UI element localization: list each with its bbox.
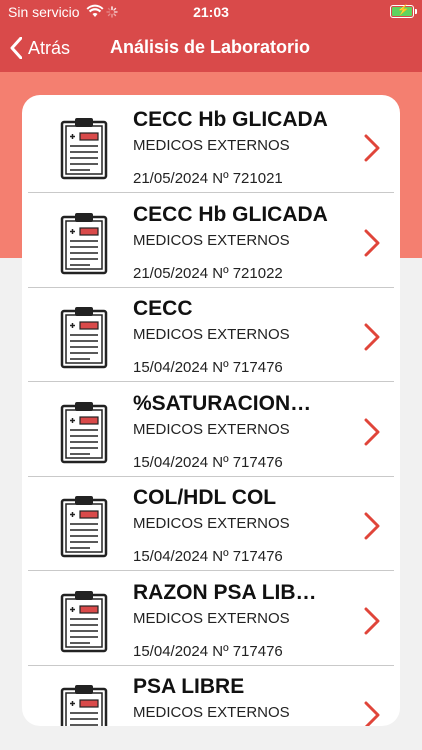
clock: 21:03 — [193, 4, 229, 20]
result-date: 15/04/2024 Nº 717476 — [133, 454, 283, 471]
battery-icon: ⚡ — [390, 5, 417, 18]
row-divider — [28, 192, 394, 193]
result-title: CECC Hb GLICADA — [133, 108, 328, 131]
chevron-left-icon — [10, 37, 22, 59]
result-title: RAZON PSA LIB… — [133, 581, 317, 604]
result-title: PSA LIBRE — [133, 675, 245, 698]
result-date: 15/04/2024 Nº 717476 — [133, 359, 283, 376]
chevron-right-icon — [364, 134, 380, 162]
result-date: 21/05/2024 Nº 721022 — [133, 265, 283, 282]
result-title: COL/HDL COL — [133, 486, 277, 509]
result-title: %SATURACION… — [133, 392, 312, 415]
back-button[interactable]: Atrás — [10, 34, 70, 62]
chevron-right-icon — [364, 607, 380, 635]
clipboard-icon — [60, 116, 108, 180]
result-source: MEDICOS EXTERNOS — [133, 421, 290, 438]
status-bar: Sin servicio 21:03 ⚡ — [0, 0, 422, 24]
clipboard-icon — [60, 494, 108, 558]
result-source: MEDICOS EXTERNOS — [133, 610, 290, 627]
clipboard-icon — [60, 683, 108, 726]
result-row[interactable]: CECC Hb GLICADA MEDICOS EXTERNOS 21/05/2… — [22, 194, 400, 288]
result-source: MEDICOS EXTERNOS — [133, 137, 290, 154]
result-date: 15/04/2024 Nº 717476 — [133, 548, 283, 565]
chevron-right-icon — [364, 512, 380, 540]
chevron-right-icon — [364, 418, 380, 446]
clipboard-icon — [60, 305, 108, 369]
result-row[interactable]: PSA LIBRE MEDICOS EXTERNOS — [22, 666, 400, 726]
result-row[interactable]: COL/HDL COL MEDICOS EXTERNOS 15/04/2024 … — [22, 477, 400, 571]
result-source: MEDICOS EXTERNOS — [133, 326, 290, 343]
result-row[interactable]: RAZON PSA LIB… MEDICOS EXTERNOS 15/04/20… — [22, 572, 400, 666]
result-source: MEDICOS EXTERNOS — [133, 232, 290, 249]
result-date: 21/05/2024 Nº 721021 — [133, 170, 283, 187]
chevron-right-icon — [364, 229, 380, 257]
result-row[interactable]: CECC MEDICOS EXTERNOS 15/04/2024 Nº 7174… — [22, 288, 400, 382]
result-source: MEDICOS EXTERNOS — [133, 704, 290, 721]
result-date: 15/04/2024 Nº 717476 — [133, 643, 283, 660]
clipboard-icon — [60, 589, 108, 653]
result-source: MEDICOS EXTERNOS — [133, 515, 290, 532]
clipboard-icon — [60, 211, 108, 275]
chevron-right-icon — [364, 701, 380, 726]
results-card: CECC Hb GLICADA MEDICOS EXTERNOS 21/05/2… — [22, 95, 400, 726]
back-button-label: Atrás — [28, 37, 71, 58]
row-divider — [28, 381, 394, 382]
page-title: Análisis de Laboratorio — [110, 37, 311, 57]
chevron-right-icon — [364, 323, 380, 351]
result-row[interactable]: %SATURACION… MEDICOS EXTERNOS 15/04/2024… — [22, 383, 400, 477]
result-title: CECC — [133, 297, 193, 320]
navigation-bar: Atrás Análisis de Laboratorio — [0, 24, 422, 72]
clipboard-icon — [60, 400, 108, 464]
row-divider — [28, 570, 394, 571]
result-row[interactable]: CECC Hb GLICADA MEDICOS EXTERNOS 21/05/2… — [22, 99, 400, 193]
result-title: CECC Hb GLICADA — [133, 203, 328, 226]
